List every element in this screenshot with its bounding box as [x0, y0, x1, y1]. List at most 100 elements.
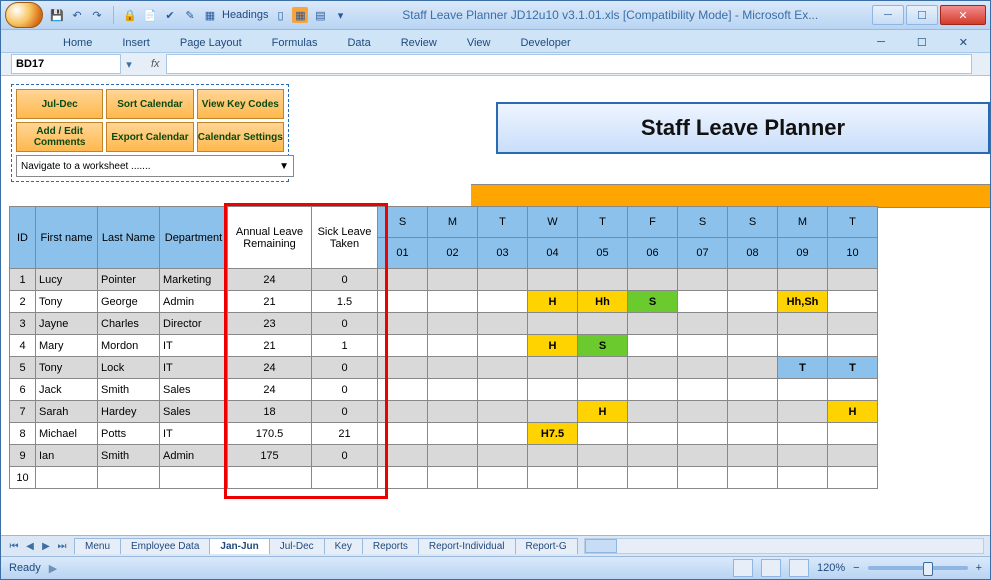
cal-cell[interactable] [528, 313, 578, 335]
tab-data[interactable]: Data [333, 34, 384, 52]
grid-icon[interactable]: ▦ [202, 7, 218, 23]
cal-cell[interactable] [778, 269, 828, 291]
cal-cell[interactable] [578, 269, 628, 291]
cal-cell[interactable] [478, 467, 528, 489]
sheet-tab-jul-dec[interactable]: Jul-Dec [269, 538, 325, 554]
cal-cell[interactable] [678, 335, 728, 357]
cal-cell[interactable]: Hh [578, 291, 628, 313]
cell-sick[interactable]: 0 [312, 357, 378, 379]
cal-cell[interactable]: T [828, 357, 878, 379]
cal-cell[interactable] [378, 445, 428, 467]
col-id[interactable]: ID [10, 207, 36, 269]
cal-num[interactable]: 05 [578, 238, 628, 269]
lock-icon[interactable]: 🔒 [122, 7, 138, 23]
cell-annual[interactable]: 170.5 [228, 423, 312, 445]
cal-dow[interactable]: F [628, 207, 678, 238]
cal-cell[interactable] [428, 423, 478, 445]
tab-home[interactable]: Home [49, 34, 106, 52]
sheet-tab-menu[interactable]: Menu [74, 538, 121, 554]
cal-cell[interactable] [478, 401, 528, 423]
cell-department[interactable]: Sales [160, 401, 228, 423]
tab-last-icon[interactable]: ⏭ [55, 541, 69, 552]
cal-cell[interactable] [828, 445, 878, 467]
cell-annual[interactable] [228, 467, 312, 489]
cal-cell[interactable] [628, 445, 678, 467]
cell-sick[interactable]: 0 [312, 269, 378, 291]
cell-department[interactable]: Director [160, 313, 228, 335]
cal-dow[interactable]: T [578, 207, 628, 238]
cell-lastname[interactable]: Potts [98, 423, 160, 445]
cell-lastname[interactable]: Smith [98, 445, 160, 467]
cell-lastname[interactable]: Lock [98, 357, 160, 379]
cell-lastname[interactable]: Charles [98, 313, 160, 335]
cal-cell[interactable] [678, 401, 728, 423]
cell-lastname[interactable]: George [98, 291, 160, 313]
cal-cell[interactable] [578, 423, 628, 445]
cal-cell[interactable] [828, 269, 878, 291]
navigate-worksheet-select[interactable]: Navigate to a worksheet ....... ▼ [16, 155, 294, 177]
zoom-in-icon[interactable]: + [976, 562, 982, 574]
cell-sick[interactable]: 1.5 [312, 291, 378, 313]
cell-id[interactable]: 7 [10, 401, 36, 423]
cal-cell[interactable] [528, 379, 578, 401]
office-button[interactable] [5, 2, 43, 28]
cal-cell[interactable] [728, 379, 778, 401]
cal-cell[interactable] [678, 423, 728, 445]
macro-icon[interactable]: ▶ [49, 562, 57, 575]
sheet-tab-key[interactable]: Key [324, 538, 363, 554]
cell-lastname[interactable]: Hardey [98, 401, 160, 423]
cal-cell[interactable] [728, 423, 778, 445]
cell-department[interactable] [160, 467, 228, 489]
cal-cell[interactable] [428, 335, 478, 357]
tab-next-icon[interactable]: ▶ [39, 541, 53, 552]
cal-num[interactable]: 04 [528, 238, 578, 269]
cal-cell[interactable] [478, 357, 528, 379]
cell-id[interactable]: 1 [10, 269, 36, 291]
cal-dow[interactable]: M [778, 207, 828, 238]
cal-cell[interactable] [478, 269, 528, 291]
normal-view-button[interactable] [733, 559, 753, 577]
cal-cell[interactable] [728, 357, 778, 379]
calendar-settings-button[interactable]: Calendar Settings [197, 122, 284, 152]
zoom-out-icon[interactable]: − [853, 562, 859, 574]
cell-id[interactable]: 3 [10, 313, 36, 335]
cal-cell[interactable] [678, 269, 728, 291]
cell-annual[interactable]: 175 [228, 445, 312, 467]
tab-view[interactable]: View [453, 34, 505, 52]
cal-cell[interactable] [378, 423, 428, 445]
cal-cell[interactable] [428, 379, 478, 401]
juldec-button[interactable]: Jul-Dec [16, 89, 103, 119]
cal-cell[interactable]: H [828, 401, 878, 423]
cal-cell[interactable]: H [528, 335, 578, 357]
cell-annual[interactable]: 23 [228, 313, 312, 335]
tab-insert[interactable]: Insert [108, 34, 164, 52]
cell-lastname[interactable] [98, 467, 160, 489]
cal-cell[interactable] [828, 313, 878, 335]
cal-cell[interactable] [428, 291, 478, 313]
cell-sick[interactable]: 0 [312, 313, 378, 335]
cal-num[interactable]: 02 [428, 238, 478, 269]
tab-developer[interactable]: Developer [506, 34, 584, 52]
cal-dow[interactable]: M [428, 207, 478, 238]
cal-num[interactable]: 03 [478, 238, 528, 269]
cell-id[interactable]: 2 [10, 291, 36, 313]
cal-cell[interactable] [428, 445, 478, 467]
cell-department[interactable]: Admin [160, 291, 228, 313]
name-box[interactable]: BD17 [11, 54, 121, 74]
cell-sick[interactable]: 0 [312, 401, 378, 423]
name-box-dropdown-icon[interactable]: ▾ [121, 58, 137, 71]
cell-firstname[interactable]: Tony [36, 357, 98, 379]
check-icon[interactable]: ✔ [162, 7, 178, 23]
cal-cell[interactable] [778, 401, 828, 423]
sheet-tab-jan-jun[interactable]: Jan-Jun [209, 538, 269, 554]
cal-cell[interactable] [728, 269, 778, 291]
undo-icon[interactable]: ↶ [69, 7, 85, 23]
save-icon[interactable]: 💾 [49, 7, 65, 23]
cal-cell[interactable]: Hh,Sh [778, 291, 828, 313]
view-key-codes-button[interactable]: View Key Codes [197, 89, 284, 119]
col-firstname[interactable]: First name [36, 207, 98, 269]
cell-firstname[interactable]: Mary [36, 335, 98, 357]
tab-formulas[interactable]: Formulas [258, 34, 332, 52]
cal-cell[interactable] [778, 335, 828, 357]
close-button[interactable]: ✕ [940, 5, 986, 25]
